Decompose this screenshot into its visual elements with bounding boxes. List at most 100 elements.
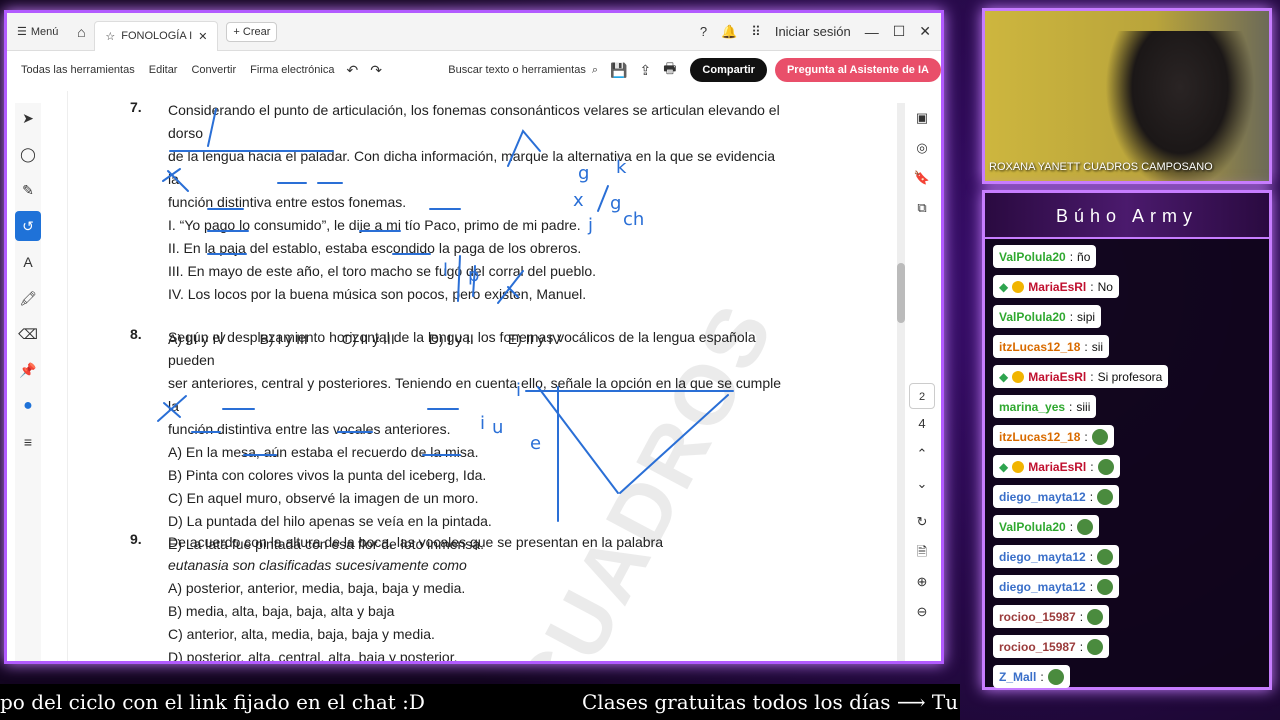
redo-icon[interactable]: ↷ bbox=[370, 62, 382, 79]
create-button[interactable]: + Crear bbox=[226, 21, 278, 42]
vertical-scrollbar[interactable] bbox=[897, 103, 905, 661]
chat-message: Z_Mall: bbox=[993, 665, 1070, 688]
frog-emote-icon bbox=[1097, 488, 1114, 505]
chat-username[interactable]: diego_mayta12 bbox=[999, 580, 1086, 594]
document-tab-title: FONOLOGÍA I bbox=[121, 30, 193, 42]
help-icon[interactable]: ? bbox=[700, 24, 707, 39]
chat-separator: : bbox=[1090, 369, 1094, 384]
page-down-icon[interactable]: ⌄ bbox=[909, 469, 935, 499]
frog-emote-icon bbox=[1087, 638, 1104, 655]
signin-button[interactable]: Iniciar sesión bbox=[775, 24, 851, 39]
ticker-bar: po del ciclo con el link fijado en el ch… bbox=[0, 684, 960, 720]
star-icon[interactable]: ☆ bbox=[105, 30, 115, 43]
frog-emote-icon bbox=[1097, 458, 1114, 475]
question-item: IV. Los locos por la buena música son po… bbox=[168, 286, 587, 302]
document-tab[interactable]: ☆ FONOLOGÍA I ✕ bbox=[94, 20, 219, 51]
refresh-icon[interactable]: ↻ bbox=[909, 507, 935, 537]
document-info-icon[interactable]: 🗎 bbox=[909, 537, 935, 567]
viewer-topbar: ☰ Menú ⌂ ☆ FONOLOGÍA I ✕ + Crear ? 🔔 ⠿ I… bbox=[7, 13, 941, 51]
question-line: función distintiva entre estos fonemas. bbox=[168, 194, 407, 210]
chat-separator: : bbox=[1084, 429, 1088, 444]
pen-icon[interactable]: ✎ bbox=[15, 175, 41, 205]
esign-menu[interactable]: Firma electrónica bbox=[250, 64, 334, 76]
menu-label: Menú bbox=[30, 25, 59, 38]
share-button[interactable]: Compartir bbox=[690, 58, 767, 82]
page-up-icon[interactable]: ⌃ bbox=[909, 439, 935, 469]
ai-assistant-button[interactable]: Pregunta al Asistente de IA bbox=[774, 58, 941, 82]
print-icon[interactable]: 🖶 bbox=[663, 58, 676, 82]
answer-option: C) En aquel muro, observé la imagen de u… bbox=[168, 490, 479, 506]
close-tab-icon[interactable]: ✕ bbox=[198, 30, 207, 43]
chat-message: ValPolula20: ño bbox=[993, 245, 1097, 268]
chat-username[interactable]: itzLucas12_18 bbox=[999, 430, 1080, 444]
save-icon[interactable]: 💾 bbox=[610, 62, 627, 79]
eraser-icon[interactable]: ⌫ bbox=[15, 319, 41, 349]
freehand-draw-icon[interactable]: ↺ bbox=[15, 211, 41, 241]
chat-message: ◆ MariaEsRl: Si profesora bbox=[993, 365, 1169, 388]
chat-separator: : bbox=[1069, 519, 1074, 534]
current-page-indicator[interactable]: 2 bbox=[909, 383, 935, 409]
pdf-viewer-window: ☰ Menú ⌂ ☆ FONOLOGÍA I ✕ + Crear ? 🔔 ⠿ I… bbox=[4, 10, 944, 664]
ai-summary-icon[interactable]: ▣ bbox=[909, 103, 935, 133]
minimize-icon[interactable]: — bbox=[865, 24, 879, 40]
comment-icon[interactable]: ◯ bbox=[15, 139, 41, 169]
chat-message: diego_mayta12: bbox=[993, 575, 1120, 598]
question-line: Considerando el punto de articulación, l… bbox=[168, 102, 780, 141]
select-cursor-icon[interactable]: ➤ bbox=[15, 103, 41, 133]
frog-emote-icon bbox=[1087, 608, 1104, 625]
all-tools-menu[interactable]: Todas las herramientas bbox=[21, 64, 135, 76]
search-box[interactable]: Buscar texto o herramientas ⌕ bbox=[448, 64, 598, 77]
chat-username[interactable]: diego_mayta12 bbox=[999, 550, 1086, 564]
zoom-out-icon[interactable]: ⊖ bbox=[909, 597, 935, 627]
subscriber-badge-icon: ◆ bbox=[999, 369, 1009, 384]
chat-separator: : bbox=[1090, 459, 1094, 474]
chat-username[interactable]: ValPolula20 bbox=[999, 250, 1066, 264]
highlighter-icon[interactable]: 🖍 bbox=[15, 283, 41, 313]
edit-menu[interactable]: Editar bbox=[149, 64, 178, 76]
scrollbar-thumb[interactable] bbox=[897, 263, 905, 323]
maximize-icon[interactable]: ☐ bbox=[893, 23, 906, 40]
chat-separator: : bbox=[1069, 309, 1074, 324]
pin-icon[interactable]: 📌 bbox=[15, 355, 41, 385]
zoom-in-icon[interactable]: ⊕ bbox=[909, 567, 935, 597]
text-box-icon[interactable]: A bbox=[15, 247, 41, 277]
coin-badge-icon bbox=[1012, 460, 1025, 473]
menu-button[interactable]: ☰ Menú bbox=[7, 25, 68, 39]
question-number: 9. bbox=[130, 531, 142, 547]
question-item: I. “Yo pago lo consumido”, le dije a mi … bbox=[168, 217, 581, 233]
apps-grid-icon[interactable]: ⠿ bbox=[751, 24, 761, 40]
chat-username[interactable]: diego_mayta12 bbox=[999, 490, 1086, 504]
chat-username[interactable]: ValPolula20 bbox=[999, 520, 1066, 534]
upload-icon[interactable]: ⇪ bbox=[639, 62, 651, 79]
convert-menu[interactable]: Convertir bbox=[191, 64, 236, 76]
chat-username[interactable]: marina_yes bbox=[999, 400, 1065, 414]
chat-panel: Búho Army ValPolula20: ño ◆ MariaEsRl: No Val… bbox=[982, 190, 1272, 690]
notification-icon[interactable]: 🔔 bbox=[721, 24, 737, 40]
left-tool-rail: ➤ ◯ ✎ ↺ A 🖍 ⌫ 📌 ● ≡ bbox=[15, 103, 41, 661]
bookmark-icon[interactable]: 🔖 bbox=[909, 163, 935, 193]
home-icon[interactable]: ⌂ bbox=[68, 24, 94, 40]
chat-username[interactable]: Z_Mall bbox=[999, 670, 1036, 684]
chat-username[interactable]: MariaEsRl bbox=[1028, 280, 1086, 294]
comments-panel-icon[interactable]: ◎ bbox=[909, 133, 935, 163]
chat-username[interactable]: rocioo_15987 bbox=[999, 610, 1076, 624]
chat-text: sipi bbox=[1077, 309, 1096, 324]
chat-username[interactable]: MariaEsRl bbox=[1028, 370, 1086, 384]
question-number: 8. bbox=[130, 326, 142, 342]
chat-username[interactable]: ValPolula20 bbox=[999, 310, 1066, 324]
chat-title: Búho Army bbox=[985, 193, 1269, 239]
chat-username[interactable]: MariaEsRl bbox=[1028, 460, 1086, 474]
chat-separator: : bbox=[1090, 279, 1094, 294]
coin-badge-icon bbox=[1012, 370, 1025, 383]
chat-message: rocioo_15987: bbox=[993, 605, 1110, 628]
color-dot-icon[interactable]: ● bbox=[15, 391, 41, 421]
chat-message: ValPolula20: sipi bbox=[993, 305, 1102, 328]
undo-icon[interactable]: ↶ bbox=[346, 62, 358, 79]
close-window-icon[interactable]: ✕ bbox=[919, 23, 931, 40]
chat-username[interactable]: itzLucas12_18 bbox=[999, 340, 1080, 354]
more-tools-icon[interactable]: ≡ bbox=[15, 427, 41, 457]
pages-icon[interactable]: ⧉ bbox=[909, 193, 935, 223]
chat-username[interactable]: rocioo_15987 bbox=[999, 640, 1076, 654]
chat-message-row: Z_Mall: bbox=[989, 665, 1265, 695]
chat-message: rocioo_15987: bbox=[993, 635, 1110, 658]
